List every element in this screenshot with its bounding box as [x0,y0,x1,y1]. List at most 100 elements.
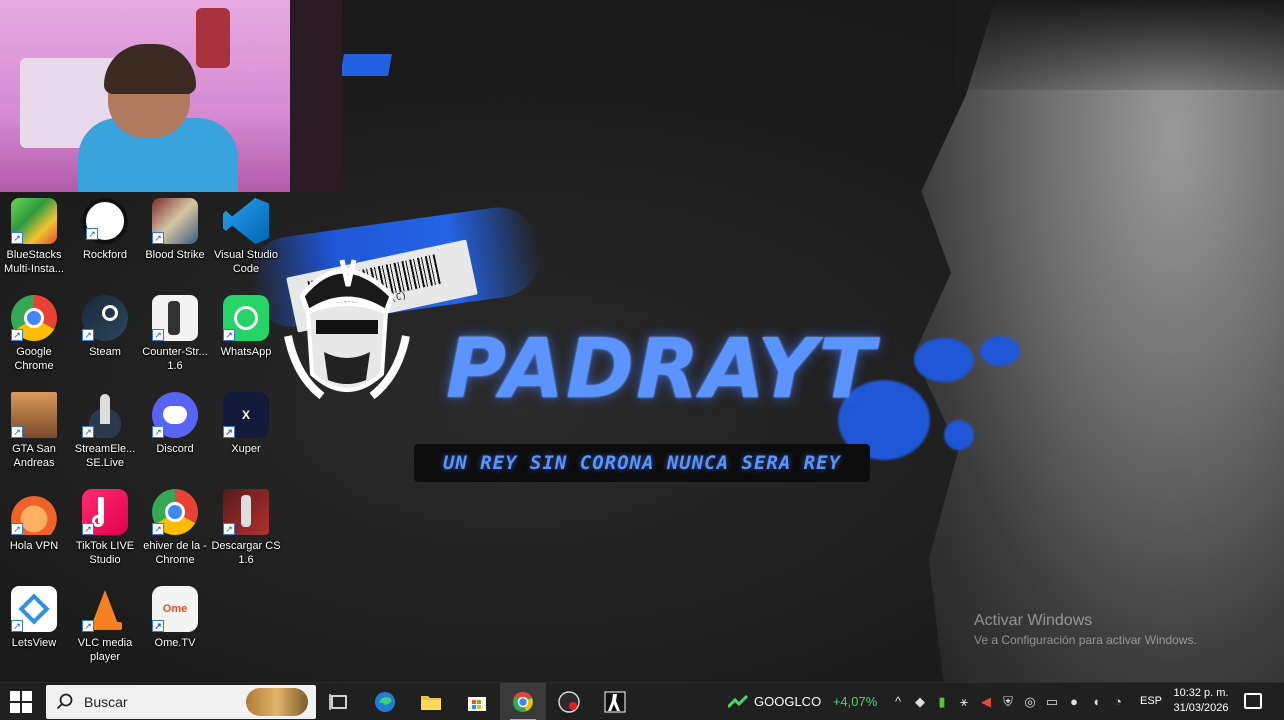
desktop-icon-bluestacks[interactable]: ↗ BlueStacks Multi-Insta... [0,196,70,286]
wallpaper-title: PADRAYT [446,322,877,417]
letsview-icon: ↗ [11,586,57,632]
xuper-icon: X ↗ [223,392,269,438]
taskbar-task-view[interactable] [316,683,362,720]
desktop-icon-counter-strike[interactable]: ↗ Counter-Str... 1.6 [139,293,211,383]
taskbar-store[interactable] [454,683,500,720]
hola-vpn-icon: ↗ [11,489,57,535]
blue-paint-splash [914,338,974,382]
desktop-icon-vscode[interactable]: Visual Studio Code [210,196,282,286]
start-button[interactable] [10,691,32,713]
streamelements-icon: ↗ [82,392,128,438]
desktop-icon-blood-strike[interactable]: ↗ Blood Strike [139,196,211,286]
desktop-icon-xuper[interactable]: X ↗ Xuper [210,390,282,480]
desktop-icon-label: GTA San Andreas [12,443,56,469]
task-view-icon [329,694,347,710]
edge-icon [375,692,395,712]
taskbar-obs[interactable] [546,683,592,720]
rockford-icon: ↗ [82,198,128,244]
clock-date: 31/03/2026 [1173,702,1229,714]
discord-icon: ↗ [152,392,198,438]
desktop-icon-gta-san-andreas[interactable]: ↗ GTA San Andreas [0,390,70,480]
desktop-icon-google-chrome[interactable]: ↗ Google Chrome [0,293,70,383]
desktop-icon-label: Blood Strike [145,249,205,261]
taskbar: Buscar GOOGLCO +4,07% ^ ◆ ▮ ⚹ ◀ ⛨ ◎ ▭ ● … [0,682,1284,720]
blood-strike-icon: ↗ [152,198,198,244]
network-off-icon[interactable]: ⚹ [956,694,972,710]
blue-brush-stroke [340,54,392,76]
rock-texture [914,0,1284,682]
taskbar-counter-strike[interactable] [592,683,638,720]
vscode-icon [223,198,269,244]
desktop-icon-label: Counter-Str... 1.6 [142,346,208,372]
store-icon [468,697,486,711]
volume-icon[interactable]: ◖ [1088,694,1104,710]
tray-settings-icon[interactable]: ◎ [1022,694,1038,710]
watermark-title: Activar Windows [974,612,1093,629]
notifications-icon[interactable] [1244,693,1262,709]
bluestacks-icon: ↗ [11,198,57,244]
ticker-change: +4,07% [832,694,878,709]
desktop-icon-label: BlueStacks Multi-Insta... [4,249,64,275]
desktop-icon-whatsapp[interactable]: ↗ WhatsApp [210,293,282,383]
desktop-icon-label: Visual Studio Code [213,249,278,275]
desktop-icon-chrome-profile[interactable]: ↗ ehiver de la - Chrome [139,487,211,577]
desktop-icon-label: Xuper [231,443,261,455]
desktop-icon-label: Descargar CS 1.6 [211,540,281,566]
cs-download-icon: ↗ [223,489,269,535]
taskbar-chrome[interactable] [500,683,546,720]
stock-ticker-widget[interactable]: GOOGLCO +4,07% [728,683,877,720]
tray-app-icon[interactable]: ◆ [912,694,928,710]
desktop-icon-label: LetsView [11,637,57,649]
tiktok-icon: ↗ [82,489,128,535]
steam-icon: ↗ [82,295,128,341]
webcam-overlay [0,0,342,192]
samurai-logo [284,259,410,400]
blue-paint-splash [980,336,1020,366]
display-icon[interactable]: ▭ [1044,694,1060,710]
counter-strike-icon: ↗ [152,295,198,341]
desktop-icon-steam[interactable]: ↗ Steam [69,293,141,383]
security-icon[interactable]: ⛨ [1000,694,1016,710]
desktop-icon-streamelements[interactable]: ↗ StreamEle... SE.Live [69,390,141,480]
desktop-icon-label: Rockford [82,249,128,261]
desktop-icon-ometv[interactable]: Ome ↗ Ome.TV [139,584,211,674]
taskbar-search-box[interactable]: Buscar [46,685,316,719]
desktop-icon-hola-vpn[interactable]: ↗ Hola VPN [0,487,70,577]
desktop-icon-label: StreamEle... SE.Live [74,443,136,469]
desktop-icon-label: Steam [89,346,121,358]
file-explorer-icon [421,696,441,710]
chrome-profile-icon: ↗ [152,489,198,535]
taskbar-file-explorer[interactable] [408,683,454,720]
taskbar-clock[interactable]: 10:32 p. m. 31/03/2026 [1166,686,1236,716]
vlc-icon: ↗ [82,586,128,632]
gta-icon: ↗ [11,392,57,438]
desktop-icon-vlc[interactable]: ↗ VLC media player [69,584,141,674]
desktop-icon-tiktok-live-studio[interactable]: ↗ TikTok LIVE Studio [69,487,141,577]
whatsapp-icon: ↗ [223,295,269,341]
desktop-icon-letsview[interactable]: ↗ LetsView [0,584,70,674]
tray-arrow-icon[interactable]: ◀ [978,694,994,710]
microphone-icon[interactable]: ● [1066,694,1082,710]
desktop-icon-discord[interactable]: ↗ Discord [139,390,211,480]
ticker-symbol: GOOGLCO [754,694,822,709]
search-icon [56,693,73,710]
taskbar-edge[interactable] [362,683,408,720]
desktop-icon-label: Ome.TV [154,637,196,649]
search-placeholder: Buscar [84,694,128,710]
chevron-up-icon[interactable]: ^ [890,694,906,710]
chrome-icon: ↗ [11,295,57,341]
nvidia-icon[interactable]: ▮ [934,694,950,710]
desktop-icon-label: ehiver de la - Chrome [143,540,207,566]
input-language[interactable]: ESP [1140,695,1162,707]
desktop-icon-rockford[interactable]: ↗ Rockford [69,196,141,286]
desktop-icon-label: Hola VPN [9,540,59,552]
search-highlight-doodle[interactable] [246,688,308,716]
wallpaper-slogan: UN REY SIN CORONA NUNCA SERA REY [414,444,870,482]
desktop-icon-descargar-cs[interactable]: ↗ Descargar CS 1.6 [210,487,282,577]
desktop-icon-label: WhatsApp [220,346,272,358]
counter-strike-icon [604,691,626,713]
desktop-icon-label: Google Chrome [14,346,54,372]
ometv-icon: Ome ↗ [152,586,198,632]
blue-paint-splash [944,420,974,450]
wifi-icon[interactable]: ◔ [1110,694,1126,710]
